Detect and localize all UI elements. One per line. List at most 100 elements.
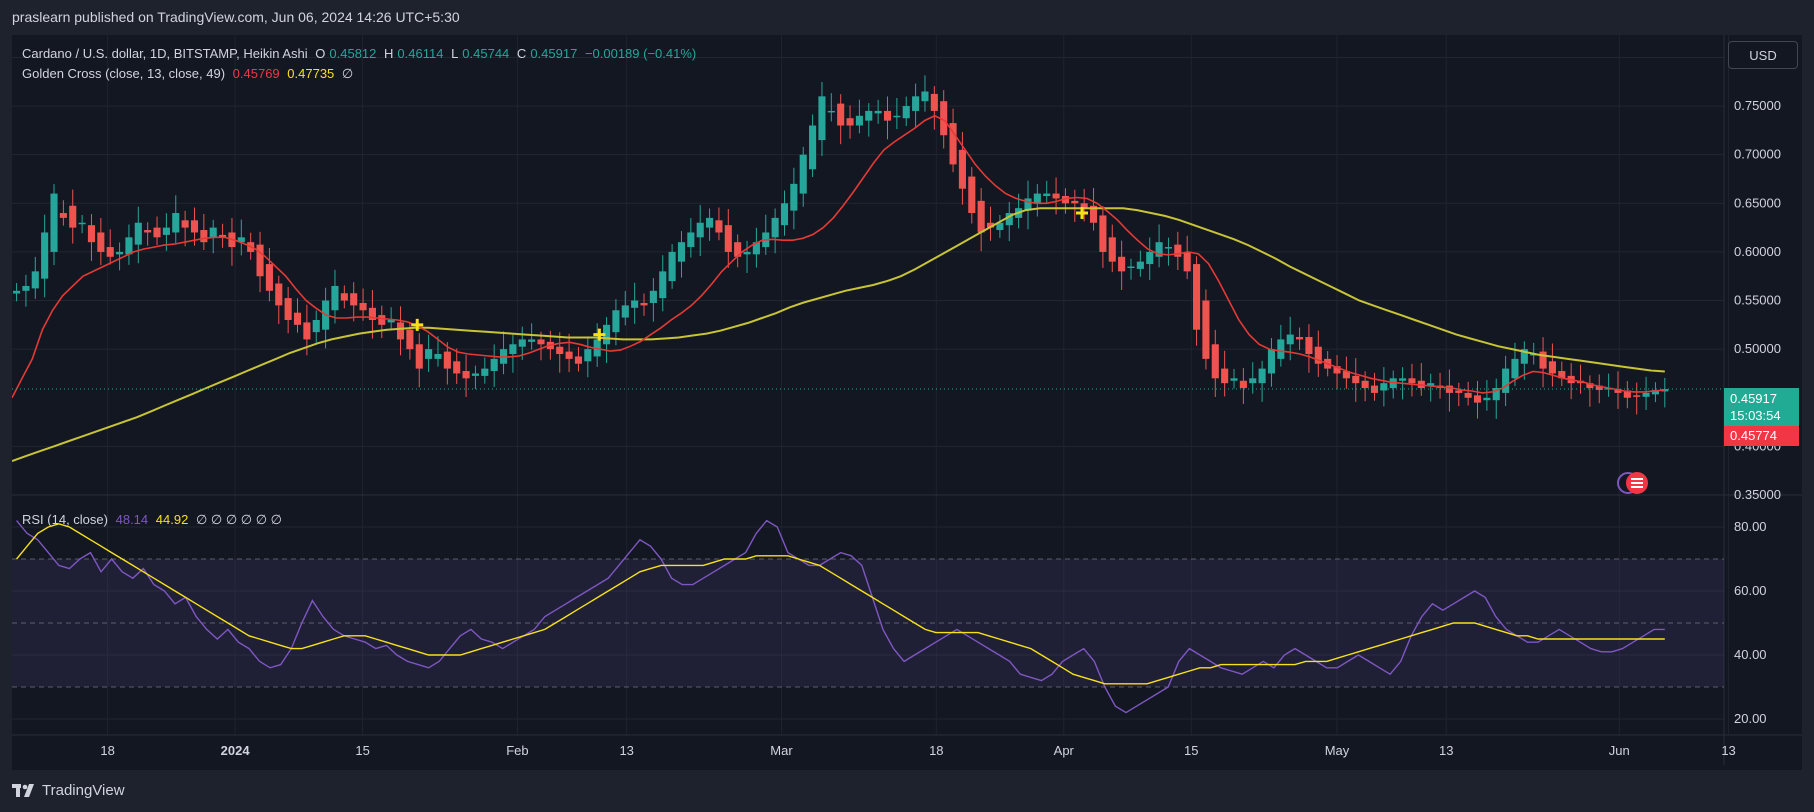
tradingview-logo-icon: [12, 783, 34, 797]
candle-body: [1221, 368, 1229, 384]
time-tick-label: 13: [1721, 743, 1735, 758]
candle-body: [921, 91, 929, 102]
candle-body: [1305, 336, 1313, 355]
chart-canvas[interactable]: 0.800000.750000.700000.650000.600000.550…: [12, 35, 1802, 770]
candle-body: [958, 149, 966, 189]
candle-body: [181, 220, 189, 228]
time-tick-label: 13: [619, 743, 633, 758]
candle-body: [144, 230, 152, 233]
candle-body: [172, 213, 180, 233]
candle-body: [50, 193, 58, 252]
candle-body: [1267, 349, 1276, 374]
candle-body: [1230, 378, 1238, 381]
open-label: O: [315, 46, 326, 61]
change-value: −0.00189 (−0.41%): [584, 46, 697, 61]
candle-body: [977, 200, 985, 233]
candle-body: [649, 290, 657, 303]
candle-body: [265, 264, 273, 291]
symbol-label[interactable]: Cardano / U.S. dollar, 1D, BITSTAMP, Hei…: [22, 46, 308, 61]
candle-body: [1642, 392, 1650, 397]
candle-body: [1239, 380, 1247, 389]
candle-body: [565, 351, 573, 359]
price-tick-label: 0.55000: [1734, 293, 1781, 308]
candle-body: [1277, 339, 1285, 359]
candle-body: [125, 237, 133, 255]
candle-body: [743, 251, 751, 255]
candle-body: [677, 242, 686, 262]
candle-body: [837, 103, 845, 126]
indicator-name[interactable]: Golden Cross (close, 13, close, 49): [22, 66, 225, 81]
slow-ma-value: 0.47735: [287, 66, 335, 81]
candle-body: [1548, 361, 1556, 374]
candle-body: [481, 368, 489, 376]
close-value: 0.45917: [530, 46, 578, 61]
candle-body: [190, 220, 199, 233]
time-tick-label: Jun: [1609, 743, 1630, 758]
rsi-tick-label: 60.00: [1734, 583, 1767, 598]
candle-body: [1258, 368, 1266, 384]
candle-body: [1286, 334, 1294, 345]
candle-body: [659, 271, 667, 299]
price-tick-label: 0.65000: [1734, 195, 1781, 210]
candle-body: [912, 96, 920, 111]
candle-body: [799, 154, 807, 194]
candle-body: [724, 225, 732, 252]
candle-body: [1473, 395, 1482, 403]
candle-body: [1511, 358, 1519, 379]
candle-body: [396, 322, 405, 340]
low-value: 0.45744: [462, 46, 510, 61]
rsi-value: 48.14: [115, 512, 149, 527]
candle-body: [930, 93, 938, 111]
candle-body: [1633, 395, 1641, 397]
candle-body: [790, 183, 798, 211]
candle-body: [902, 106, 910, 119]
last-price-value: 0.45917: [1730, 391, 1777, 406]
candle-body: [312, 319, 320, 333]
candle-body: [668, 251, 676, 282]
candle-body: [1043, 193, 1051, 197]
candle-body: [256, 244, 264, 277]
time-tick-label: 18: [100, 743, 114, 758]
price-tick-label: 0.35000: [1734, 487, 1781, 502]
brand-name: TradingView: [42, 782, 125, 799]
rsi-tick-label: 40.00: [1734, 647, 1767, 662]
candle-body: [687, 232, 695, 248]
candle-body: [1099, 215, 1107, 252]
candle-body: [1483, 397, 1491, 401]
candle-body: [1211, 344, 1219, 379]
candle-body: [574, 356, 583, 364]
candle-body: [1127, 266, 1135, 268]
candle-body: [41, 232, 49, 279]
price-tick-label: 0.60000: [1734, 244, 1781, 259]
candle-body: [462, 371, 470, 379]
candle-body: [1455, 390, 1463, 393]
currency-button[interactable]: USD: [1728, 41, 1798, 69]
candle-body: [87, 225, 96, 243]
candle-body: [406, 329, 414, 350]
candle-body: [1361, 380, 1369, 389]
candle-body: [893, 115, 901, 118]
candle-body: [31, 271, 39, 289]
candle-body: [1164, 247, 1173, 249]
candle-body: [1352, 375, 1360, 384]
fast-ma-value: 0.45769: [232, 66, 280, 81]
close-label: C: [516, 46, 527, 61]
candle-body: [883, 110, 892, 121]
candle-body: [1052, 193, 1060, 199]
rsi-name[interactable]: RSI (14, close): [22, 512, 108, 527]
candle-body: [106, 247, 114, 257]
candle-body: [855, 115, 863, 126]
time-tick-label: 15: [355, 743, 369, 758]
candle-body: [612, 310, 620, 333]
candle-body: [809, 125, 817, 170]
chart-frame[interactable]: 0.800000.750000.700000.650000.600000.550…: [12, 35, 1802, 770]
rsi-tick-label: 80.00: [1734, 519, 1767, 534]
time-tick-label: 13: [1439, 743, 1453, 758]
event-flag-icon[interactable]: [1615, 470, 1655, 496]
candle-body: [471, 373, 479, 376]
brand-logo[interactable]: TradingView: [12, 782, 125, 799]
candle-body: [827, 110, 835, 113]
candle-body: [1249, 378, 1257, 384]
candle-body: [1183, 251, 1191, 272]
time-tick-label: 18: [929, 743, 943, 758]
